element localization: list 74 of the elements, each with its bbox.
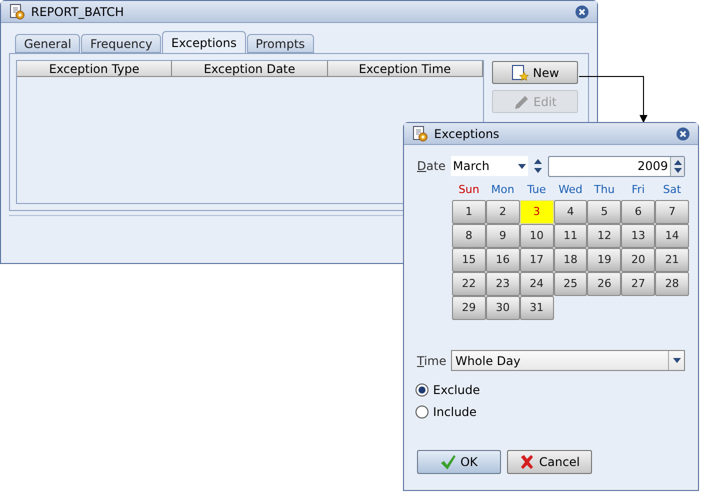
- day-button[interactable]: 13: [621, 224, 656, 248]
- day-button[interactable]: 2: [486, 200, 520, 224]
- new-document-icon: [510, 64, 529, 82]
- window-title: Exceptions: [434, 126, 500, 142]
- column-header[interactable]: Exception Type: [17, 61, 172, 77]
- document-gear-icon: [9, 4, 25, 20]
- day-button[interactable]: 15: [452, 248, 486, 272]
- day-button[interactable]: 28: [655, 272, 689, 296]
- radio-button-icon[interactable]: [415, 405, 429, 419]
- column-header[interactable]: Exception Time: [328, 61, 483, 77]
- tab[interactable]: General: [15, 34, 80, 53]
- day-button[interactable]: 6: [621, 200, 656, 224]
- day-button[interactable]: 7: [655, 200, 689, 224]
- ok-button[interactable]: OK: [417, 450, 501, 474]
- day-button[interactable]: 11: [554, 224, 588, 248]
- day-button[interactable]: 10: [520, 224, 554, 248]
- pencil-icon: [513, 94, 530, 110]
- day-button[interactable]: 5: [587, 200, 622, 224]
- close-icon[interactable]: [575, 4, 589, 18]
- radio-option[interactable]: Include: [415, 404, 685, 420]
- weekday-label: Tue: [526, 182, 548, 198]
- weekday-label: Fri: [630, 182, 646, 198]
- weekday-label: Wed: [558, 182, 584, 198]
- day-button[interactable]: 29: [452, 296, 486, 320]
- year-spinner[interactable]: 2009: [548, 156, 686, 176]
- tab[interactable]: Frequency: [81, 34, 162, 53]
- up-arrow-icon[interactable]: [534, 159, 542, 164]
- day-button[interactable]: 16: [486, 248, 520, 272]
- connector-arrow: [579, 74, 649, 124]
- day-button[interactable]: 3: [520, 200, 554, 224]
- day-button[interactable]: 27: [621, 272, 656, 296]
- day-button[interactable]: 19: [587, 248, 622, 272]
- tab[interactable]: Prompts: [246, 34, 314, 53]
- day-button[interactable]: 14: [655, 224, 689, 248]
- weekday-label: Mon: [490, 182, 516, 198]
- weekday-label: Sun: [457, 182, 480, 198]
- day-button[interactable]: 20: [621, 248, 656, 272]
- close-icon[interactable]: [676, 126, 690, 140]
- month-dropdown[interactable]: March: [450, 156, 528, 176]
- dropdown-arrow-icon: [672, 358, 680, 363]
- window-title: REPORT_BATCH: [31, 4, 125, 20]
- day-button[interactable]: 21: [655, 248, 689, 272]
- up-arrow-icon[interactable]: [674, 160, 682, 164]
- day-button[interactable]: 30: [486, 296, 520, 320]
- time-dropdown[interactable]: Whole Day: [451, 350, 685, 371]
- document-gear-icon: [412, 126, 428, 142]
- day-button[interactable]: 31: [520, 296, 554, 320]
- day-button[interactable]: 8: [452, 224, 486, 248]
- weekday-label: Thu: [593, 182, 616, 198]
- day-button[interactable]: 24: [520, 272, 554, 296]
- cancel-button[interactable]: Cancel: [507, 450, 592, 474]
- day-button[interactable]: 23: [486, 272, 520, 296]
- time-label: Time: [417, 352, 448, 370]
- down-arrow-icon[interactable]: [674, 168, 682, 172]
- day-button[interactable]: 18: [554, 248, 588, 272]
- day-button[interactable]: 4: [554, 200, 588, 224]
- column-header[interactable]: Exception Date: [172, 61, 328, 77]
- day-button[interactable]: 12: [587, 224, 622, 248]
- cross-icon: [519, 454, 536, 470]
- day-button[interactable]: 25: [554, 272, 588, 296]
- date-label: Date: [417, 158, 447, 175]
- dropdown-arrow-icon: [518, 164, 526, 168]
- radio-button-icon[interactable]: [415, 383, 429, 397]
- day-button[interactable]: 9: [486, 224, 520, 248]
- checkmark-icon: [440, 454, 456, 470]
- radio-option[interactable]: Exclude: [415, 382, 685, 398]
- day-button[interactable]: 17: [520, 248, 554, 272]
- down-arrow-icon[interactable]: [534, 168, 542, 173]
- new-button[interactable]: New: [492, 61, 578, 84]
- weekday-label: Sat: [662, 182, 682, 198]
- day-button[interactable]: 26: [587, 272, 622, 296]
- day-button[interactable]: 1: [452, 200, 486, 224]
- day-button[interactable]: 22: [452, 272, 486, 296]
- tab[interactable]: Exceptions: [162, 31, 246, 53]
